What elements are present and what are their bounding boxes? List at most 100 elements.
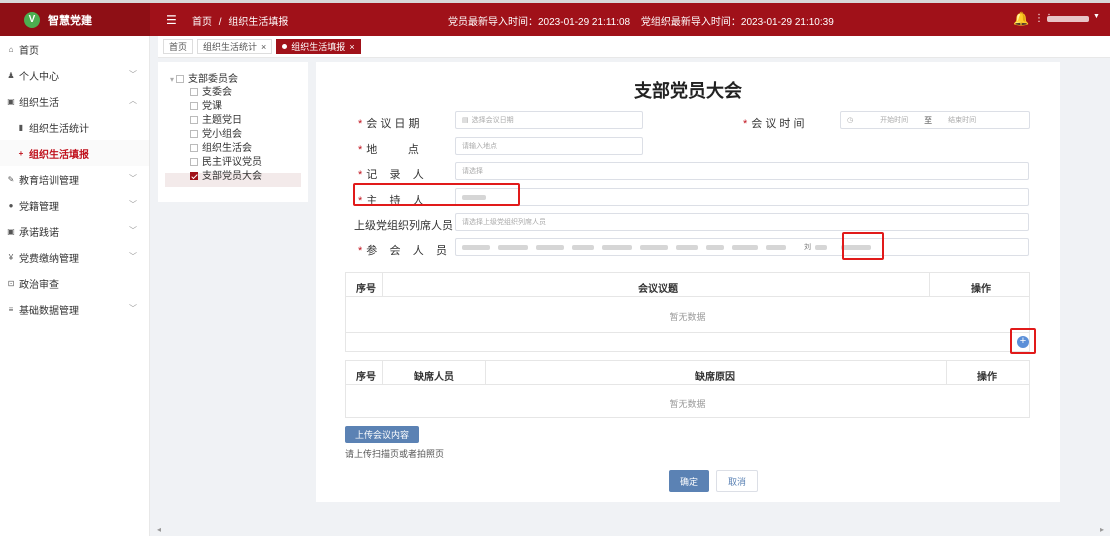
sidebar-item-label: 首页: [19, 45, 39, 57]
sidebar-item-label: 党籍管理: [19, 201, 59, 213]
sidebar-item-fee[interactable]: ¥ 党费缴纳管理 ﹀: [0, 244, 149, 270]
close-icon[interactable]: ×: [349, 42, 354, 52]
home-icon: ⌂: [8, 44, 14, 54]
col-header: 操作: [977, 372, 997, 383]
place-input[interactable]: 请输入地点: [455, 137, 643, 155]
plus-icon: +: [18, 148, 24, 158]
sidebar-item-personal[interactable]: ♟ 个人中心 ﹀: [0, 62, 149, 88]
table-header: 序号 缺席人员 缺席原因 操作: [346, 361, 1029, 385]
tab-label: 组织生活填报: [291, 42, 346, 52]
attendee-label: * 参 会 人 员: [358, 245, 447, 257]
horizontal-scrollbar[interactable]: ◂ ▸: [150, 524, 1110, 536]
bell-icon[interactable]: 🔔: [1013, 11, 1029, 27]
tree-item-selected[interactable]: 支部党员大会: [190, 167, 262, 182]
upload-button[interactable]: 上传会议内容: [345, 426, 419, 443]
highlight-box: [842, 232, 884, 260]
attendee-select[interactable]: 刘: [455, 238, 1029, 256]
recorder-label: * 记 录 人: [358, 169, 424, 181]
checkbox[interactable]: [176, 75, 185, 83]
chevron-down-icon[interactable]: ▼: [1093, 13, 1100, 20]
time-range-field[interactable]: ◷ 开始时间 至 结束时间: [840, 111, 1030, 129]
sidebar-item-home[interactable]: ⌂ 首页: [0, 36, 149, 62]
sidebar-item-base-data[interactable]: ≡ 基础数据管理 ﹀: [0, 296, 149, 322]
absence-table: 序号 缺席人员 缺席原因 操作 暂无数据: [345, 360, 1030, 418]
time-label: * 会 议 时 间: [743, 118, 805, 130]
tab-bar: 首页 组织生活统计 × 组织生活填报 ×: [158, 36, 1110, 58]
checkbox[interactable]: [190, 144, 198, 152]
scroll-left-icon[interactable]: ◂: [157, 525, 161, 534]
host-select[interactable]: [455, 188, 1029, 206]
sidebar-item-education[interactable]: ✎ 教育培训管理 ﹀: [0, 166, 149, 192]
tab-label: 组织生活统计: [203, 42, 258, 52]
superior-label: 上级党组织列席人员: [354, 220, 453, 232]
chevron-down-icon: ﹀: [129, 200, 137, 209]
bar-chart-icon: ▮: [18, 122, 24, 132]
attendee-visible-name: 刘: [804, 244, 811, 251]
top-bar: V 智慧党建 ☰ 首页 / 组织生活填报 党员最新导入时间：2023-01-29…: [0, 0, 1110, 36]
sidebar-item-label: 组织生活: [19, 97, 59, 109]
tree-item[interactable]: 支委会: [190, 83, 232, 98]
hamburger-icon[interactable]: ☰: [166, 13, 177, 27]
chevron-down-icon: ﹀: [129, 174, 137, 183]
col-header: 序号: [356, 372, 376, 383]
close-icon[interactable]: ×: [261, 42, 266, 52]
logo-icon: V: [24, 11, 40, 28]
superior-select[interactable]: 请选择上级党组织列席人员: [455, 213, 1029, 231]
checkbox-checked[interactable]: [190, 172, 198, 180]
time-separator: 至: [924, 115, 933, 125]
list-icon: ≡: [8, 304, 14, 314]
topic-table: 序号 会议议题 操作 暂无数据: [345, 272, 1030, 352]
sidebar-item-promise[interactable]: ▣ 承诺践诺 ﹀: [0, 218, 149, 244]
checkbox[interactable]: [190, 158, 198, 166]
app-logo[interactable]: V 智慧党建: [0, 3, 150, 36]
chevron-down-icon: ﹀: [129, 252, 137, 261]
date-field[interactable]: ▤ 选择会议日期: [455, 111, 643, 129]
recorder-select[interactable]: 请选择: [455, 162, 1029, 180]
sidebar-item-membership[interactable]: ● 党籍管理 ﹀: [0, 192, 149, 218]
recorder-placeholder: 请选择: [462, 168, 483, 175]
scroll-right-icon[interactable]: ▸: [1100, 525, 1104, 534]
empty-text: 暂无数据: [669, 312, 706, 322]
tree-label: 支部党员大会: [202, 171, 262, 182]
sidebar-item-org-life-stats[interactable]: ▮ 组织生活统计: [0, 114, 149, 140]
tree-item[interactable]: 党课: [190, 97, 222, 112]
user-icon: ♟: [7, 70, 15, 80]
org-icon: ▣: [7, 96, 15, 106]
sidebar-item-label: 个人中心: [19, 71, 59, 83]
clipboard-icon: ▣: [7, 226, 15, 236]
sidebar-item-review[interactable]: ⊡ 政治审查: [0, 270, 149, 296]
sidebar-item-label: 组织生活填报: [29, 149, 89, 161]
clock-icon: ◷: [847, 117, 854, 124]
checkbox[interactable]: [190, 88, 198, 96]
checkbox[interactable]: [190, 102, 198, 110]
app-name: 智慧党建: [48, 14, 92, 27]
col-header: 序号: [356, 284, 376, 295]
expand-icon[interactable]: ▾: [170, 75, 174, 84]
place-label: * 地 点: [358, 144, 419, 156]
date-placeholder: 选择会议日期: [471, 117, 514, 124]
breadcrumb-home[interactable]: 首页: [192, 17, 212, 28]
tree-item[interactable]: 党小组会: [190, 125, 242, 140]
sidebar-item-label: 政治审查: [19, 279, 59, 291]
chevron-down-icon: ﹀: [129, 226, 137, 235]
breadcrumb-sep: /: [218, 17, 222, 28]
tree-item[interactable]: 主题党日: [190, 111, 242, 126]
tab-org-life-report[interactable]: 组织生活填报 ×: [276, 39, 361, 54]
user-name[interactable]: [1047, 16, 1089, 22]
tree-item[interactable]: 民主评议党员: [190, 153, 262, 168]
sidebar-item-label: 承诺践诺: [19, 227, 59, 239]
calendar-icon: ▤: [462, 117, 469, 124]
review-icon: ⊡: [7, 278, 15, 288]
checkbox[interactable]: [190, 116, 198, 124]
confirm-button[interactable]: 确定: [669, 470, 709, 492]
chevron-up-icon: ︿: [129, 96, 137, 105]
tab-org-life-stats[interactable]: 组织生活统计 ×: [197, 39, 273, 54]
sidebar-item-org-life-report[interactable]: + 组织生活填报: [0, 140, 149, 166]
cancel-button[interactable]: 取消: [716, 470, 758, 492]
tree-item[interactable]: 组织生活会: [190, 139, 252, 154]
sidebar-item-org-life[interactable]: ▣ 组织生活 ︿: [0, 88, 149, 114]
tab-home[interactable]: 首页: [163, 39, 194, 54]
place-placeholder: 请输入地点: [462, 143, 497, 150]
col-header: 操作: [971, 284, 991, 295]
checkbox[interactable]: [190, 130, 198, 138]
